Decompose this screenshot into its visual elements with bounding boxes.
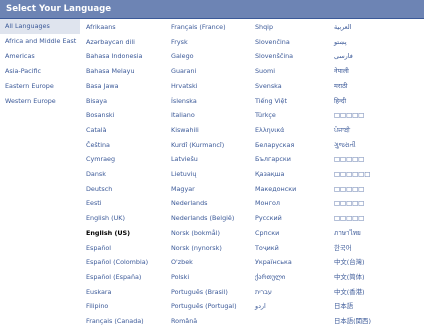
language-option[interactable]: Français (France)	[171, 20, 226, 35]
language-option[interactable]: 日本語(関西)	[334, 314, 371, 329]
language-option[interactable]: Македонски	[255, 182, 296, 197]
language-option[interactable]: Lietuvių	[171, 167, 196, 182]
language-option[interactable]: Монгол	[255, 196, 280, 211]
language-option[interactable]: □□□□□	[334, 182, 364, 197]
language-option[interactable]: فارسی	[334, 49, 353, 64]
dialog-title: Select Your Language	[6, 4, 112, 14]
language-option[interactable]: ਪੰਜਾਬੀ	[334, 123, 350, 138]
language-option[interactable]: English (UK)	[86, 211, 125, 226]
language-option[interactable]: 中文(台灣)	[334, 255, 365, 270]
language-option[interactable]: Italiano	[171, 108, 195, 123]
language-column-3: Shqip Slovenčina Slovenščina Suomi Svenska Ti…	[255, 19, 335, 310]
language-option[interactable]: O'zbek	[171, 255, 193, 270]
language-option[interactable]: Беларуская	[255, 138, 294, 153]
language-option[interactable]: ქართული	[255, 270, 285, 285]
language-option[interactable]: □□□□□□	[334, 167, 370, 182]
language-option[interactable]: ગુજરાતી	[334, 138, 356, 153]
language-column-1: Afrikaans Azərbaycan dili Bahasa Indonesia…	[86, 19, 166, 325]
region-western-europe[interactable]: Western Europe	[0, 94, 80, 109]
language-option[interactable]: Português (Brasil)	[171, 285, 228, 300]
language-option[interactable]: Slovenčina	[255, 35, 290, 50]
dialog-header: Select Your Language	[0, 0, 424, 19]
language-option[interactable]: □□□□□	[334, 196, 364, 211]
language-option[interactable]: Eesti	[86, 196, 102, 211]
region-sidebar: All Languages Africa and Middle East Ame…	[0, 19, 80, 300]
language-option[interactable]: Hrvatski	[171, 79, 197, 94]
language-option[interactable]: Azərbaycan dili	[86, 35, 135, 50]
language-option[interactable]: Euskara	[86, 285, 111, 300]
language-option[interactable]: Dansk	[86, 167, 106, 182]
language-option[interactable]: Tiếng Việt	[255, 94, 287, 109]
language-option[interactable]: मराठी	[334, 79, 347, 94]
region-all-languages[interactable]: All Languages	[0, 19, 80, 34]
language-option[interactable]: Nederlands (België)	[171, 211, 234, 226]
language-option[interactable]: Suomi	[255, 64, 275, 79]
language-option[interactable]: Kiswahili	[171, 123, 199, 138]
language-option[interactable]: Slovenščina	[255, 49, 293, 64]
language-option[interactable]: Bahasa Melayu	[86, 64, 135, 79]
language-option[interactable]: Svenska	[255, 79, 282, 94]
language-option[interactable]: Norsk (bokmål)	[171, 226, 220, 241]
language-option[interactable]: اردو	[255, 299, 266, 314]
language-option[interactable]: Polski	[171, 270, 189, 285]
language-option[interactable]: Српски	[255, 226, 279, 241]
language-option[interactable]: Español (Colombia)	[86, 255, 148, 270]
language-option[interactable]: Norsk (nynorsk)	[171, 241, 222, 256]
language-option[interactable]: 中文(简体)	[334, 270, 365, 285]
language-option[interactable]: Català	[86, 123, 107, 138]
language-option[interactable]: 日本語	[334, 299, 353, 314]
language-option[interactable]: Bisaya	[86, 94, 107, 109]
region-eastern-europe[interactable]: Eastern Europe	[0, 79, 80, 94]
language-option[interactable]: Қазақша	[255, 167, 284, 182]
language-option[interactable]: Afrikaans	[86, 20, 116, 35]
language-grid: Afrikaans Azərbaycan dili Bahasa Indonesia…	[80, 19, 424, 325]
language-option[interactable]: עברית	[255, 285, 272, 300]
language-option[interactable]: Guarani	[171, 64, 196, 79]
language-option[interactable]: Bahasa Indonesia	[86, 49, 142, 64]
language-option[interactable]: 한국어	[334, 241, 352, 256]
language-option[interactable]: नेपाली	[334, 64, 349, 79]
language-option[interactable]: Deutsch	[86, 182, 112, 197]
language-option[interactable]: Nederlands	[171, 196, 207, 211]
language-option[interactable]: العربية	[334, 20, 351, 35]
language-option[interactable]: Basa Jawa	[86, 79, 119, 94]
language-option[interactable]: Français (Canada)	[86, 314, 144, 329]
language-option[interactable]: Українська	[255, 255, 292, 270]
language-option[interactable]: □□□□□	[334, 152, 364, 167]
language-option[interactable]: Español	[86, 241, 111, 256]
language-option[interactable]: Čeština	[86, 138, 110, 153]
language-option[interactable]: Български	[255, 152, 291, 167]
language-option[interactable]: 中文(香港)	[334, 285, 365, 300]
language-option[interactable]: Latviešu	[171, 152, 198, 167]
language-option[interactable]: Frysk	[171, 35, 188, 50]
language-option[interactable]: Íslenska	[171, 94, 197, 109]
language-option-current[interactable]: English (US)	[86, 226, 130, 241]
language-column-4: العربية پښتو فارسی नेपाली मराठी हिन्दी □□□□□ ਪੰ…	[334, 19, 414, 325]
language-option[interactable]: Español (España)	[86, 270, 141, 285]
language-option[interactable]: Português (Portugal)	[171, 299, 237, 314]
language-option[interactable]: Bosanski	[86, 108, 114, 123]
language-option[interactable]: Română	[171, 314, 197, 329]
language-option[interactable]: Galego	[171, 49, 194, 64]
region-americas[interactable]: Americas	[0, 49, 80, 64]
region-africa-middle-east[interactable]: Africa and Middle East	[0, 34, 80, 49]
language-option[interactable]: پښتو	[334, 35, 347, 50]
language-option[interactable]: Русский	[255, 211, 282, 226]
language-option[interactable]: Türkçe	[255, 108, 276, 123]
language-option[interactable]: □□□□□	[334, 211, 364, 226]
language-option[interactable]: Magyar	[171, 182, 195, 197]
language-option[interactable]: Filipino	[86, 299, 108, 314]
language-option[interactable]: ภาษาไทย	[334, 226, 361, 241]
language-option[interactable]: हिन्दी	[334, 94, 346, 109]
language-option[interactable]: Cymraeg	[86, 152, 115, 167]
language-option[interactable]: □□□□□	[334, 108, 364, 123]
language-option[interactable]: Kurdî (Kurmancî)	[171, 138, 224, 153]
language-column-2: Français (France) Frysk Galego Guarani Hrvat…	[171, 19, 253, 325]
language-option[interactable]: Тоҷикӣ	[255, 241, 279, 256]
language-option[interactable]: Ελληνικά	[255, 123, 284, 138]
region-asia-pacific[interactable]: Asia-Pacific	[0, 64, 80, 79]
language-option[interactable]: Shqip	[255, 20, 273, 35]
